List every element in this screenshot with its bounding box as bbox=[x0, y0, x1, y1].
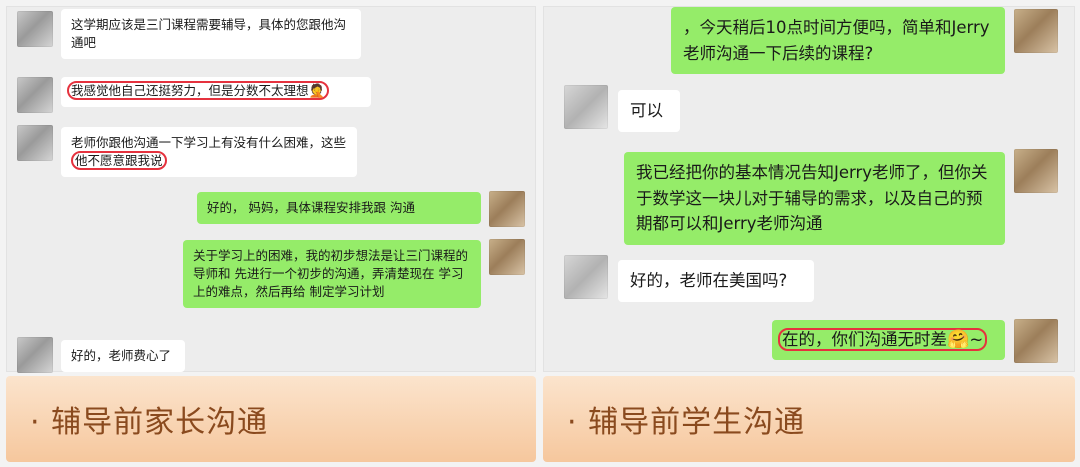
caption-text: · 辅导前家长沟通 bbox=[30, 405, 269, 440]
parent-chat-panel: 这学期应该是三门课程需要辅导，具体的您跟他沟通吧 我感觉他自己还挺努力，但是分数… bbox=[6, 6, 536, 373]
message-text: ，今天稍后10点时间方便吗，简单和Jerry老师沟通一下后续的课程? bbox=[683, 18, 990, 63]
student-avatar[interactable] bbox=[564, 85, 608, 129]
teacher-avatar[interactable] bbox=[489, 191, 525, 227]
parent-avatar[interactable] bbox=[17, 77, 53, 113]
message-bubble: 好的，老师在美国吗? bbox=[618, 260, 814, 302]
message-text: 可以 bbox=[630, 101, 663, 120]
message-bubble: 可以 bbox=[618, 90, 680, 132]
student-avatar[interactable] bbox=[564, 255, 608, 299]
message-text: 这学期应该是三门课程需要辅导，具体的您跟他沟通吧 bbox=[71, 17, 347, 51]
parent-avatar[interactable] bbox=[17, 337, 53, 373]
message-bubble: 这学期应该是三门课程需要辅导，具体的您跟他沟通吧 bbox=[61, 9, 361, 60]
message-bubble: 好的， 妈妈，具体课程安排我跟 沟通 bbox=[197, 192, 481, 225]
student-chat-panel: ，今天稍后10点时间方便吗，简单和Jerry老师沟通一下后续的课程? 可以 我已… bbox=[543, 6, 1075, 372]
highlight-box: 在的，你们沟通无时差🤗~ bbox=[778, 328, 988, 351]
caption-text: · 辅导前学生沟通 bbox=[567, 405, 806, 440]
message-text: 老师你跟他沟通一下学习上有没有什么困难，这 bbox=[71, 135, 334, 150]
message-text: 关于学习上的困难，我的初步想法是让三门课程的导师和 先进行一个初步的沟通，弄清楚… bbox=[193, 248, 469, 300]
teacher-avatar[interactable] bbox=[1014, 9, 1058, 53]
message-text: 我感觉他自己还挺努力，但是分数不太理想 bbox=[71, 83, 309, 98]
parent-avatar[interactable] bbox=[17, 11, 53, 47]
message-text: 好的，老师在美国吗? bbox=[630, 271, 788, 290]
message-bubble: 老师你跟他沟通一下学习上有没有什么困难，这些他不愿意跟我说 bbox=[61, 127, 357, 178]
message-text: 好的，老师费心了 bbox=[71, 348, 172, 363]
message-text: 在的，你们沟通无时差 bbox=[782, 330, 947, 349]
message-bubble: ，今天稍后10点时间方便吗，简单和Jerry老师沟通一下后续的课程? bbox=[671, 7, 1005, 75]
teacher-avatar[interactable] bbox=[489, 239, 525, 275]
caption-student-communication: · 辅导前学生沟通 bbox=[543, 376, 1075, 462]
facepalm-emoji-icon: 🤦 bbox=[308, 84, 325, 99]
highlight-box: 他不愿意跟我说 bbox=[71, 151, 167, 171]
parent-avatar[interactable] bbox=[17, 125, 53, 161]
message-text: 我已经把你的基本情况告知Jerry老师了，但你关于数学这一块儿对于辅导的需求，以… bbox=[636, 163, 988, 234]
message-bubble: 关于学习上的困难，我的初步想法是让三门课程的导师和 先进行一个初步的沟通，弄清楚… bbox=[183, 240, 481, 309]
teacher-avatar[interactable] bbox=[1014, 319, 1058, 363]
message-text: 些 bbox=[333, 135, 347, 150]
teacher-avatar[interactable] bbox=[1014, 149, 1058, 193]
highlight-box: 我感觉他自己还挺努力，但是分数不太理想🤦 bbox=[67, 81, 329, 100]
message-text: ~ bbox=[969, 330, 984, 349]
message-bubble: 我已经把你的基本情况告知Jerry老师了，但你关于数学这一块儿对于辅导的需求，以… bbox=[624, 152, 1005, 245]
message-text: 好的， 妈妈，具体课程安排我跟 沟通 bbox=[207, 200, 415, 215]
message-bubble: 在的，你们沟通无时差🤗~ bbox=[772, 320, 1005, 360]
message-bubble: 好的，老师费心了 bbox=[61, 340, 185, 373]
caption-parent-communication: · 辅导前家长沟通 bbox=[6, 376, 536, 462]
message-bubble: 我感觉他自己还挺努力，但是分数不太理想🤦 bbox=[61, 77, 371, 107]
hug-emoji-icon: 🤗 bbox=[947, 329, 970, 350]
